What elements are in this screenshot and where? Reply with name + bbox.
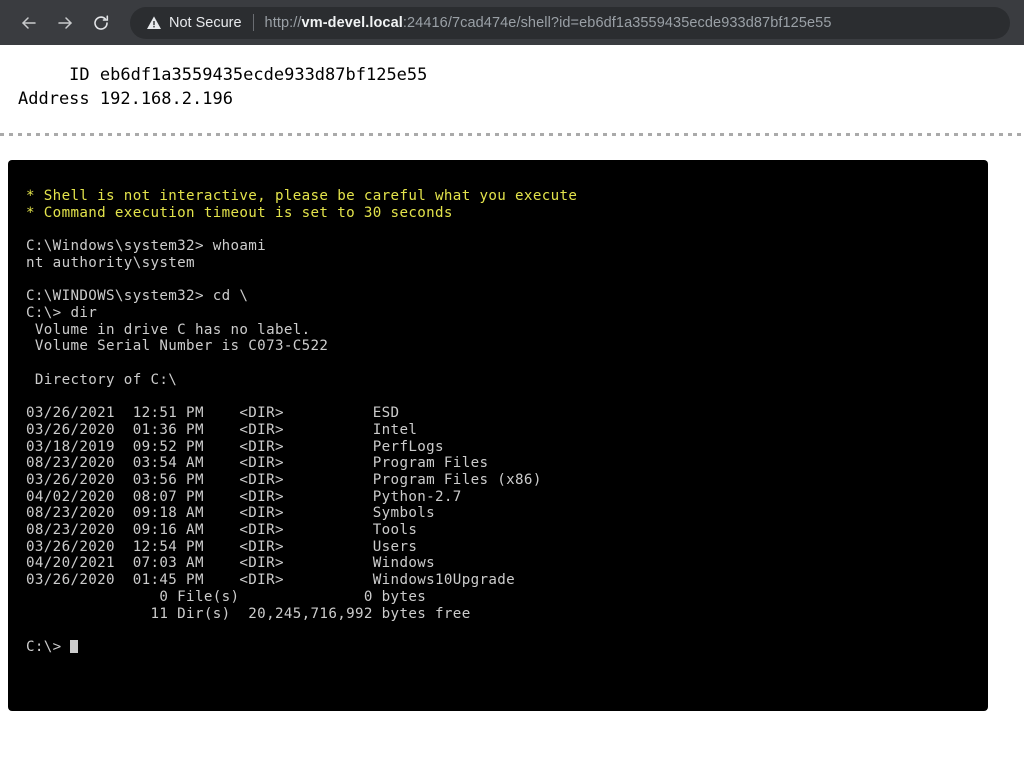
warning-triangle-icon [146,15,162,31]
meta-row-id: ID eb6df1a3559435ecde933d87bf125e55 [18,63,1024,87]
shell-line: 03/26/2021 12:51 PM <DIR> ESD [26,405,400,422]
shell-output[interactable]: * Shell is not interactive, please be ca… [8,160,988,711]
address-bar[interactable]: Not Secure http://vm-devel.local:24416/7… [130,6,1010,39]
shell-transcript: C:\Windows\system32> whoami nt authority\… [26,221,970,639]
shell-line: 08/23/2020 09:16 AM <DIR> Tools [26,522,418,539]
shell-warnings: * Shell is not interactive, please be ca… [26,188,970,221]
meta-label-id: ID [69,65,90,85]
shell-line: 0 File(s) 0 bytes [26,588,427,605]
reload-button[interactable] [86,8,116,38]
forward-button[interactable] [50,8,80,38]
shell-warning-line: * Shell is not interactive, please be ca… [26,188,578,204]
shell-prompt-line: C:\> [26,639,970,656]
omnibox-divider [252,14,254,31]
shell-warning-line: * Command execution timeout is set to 30… [26,204,453,221]
not-secure-label: Not Secure [169,14,242,31]
meta-label-address: Address [18,89,90,109]
shell-line: C:\WINDOWS\system32> cd \ [26,288,249,305]
shell-line: 08/23/2020 03:54 AM <DIR> Program Files [26,455,489,472]
shell-cursor [70,639,79,653]
shell-line: 03/26/2020 03:56 PM <DIR> Program Files … [26,471,542,488]
shell-line: 04/02/2020 08:07 PM <DIR> Python-2.7 [26,488,462,505]
back-button[interactable] [14,8,44,38]
shell-line: C:\Windows\system32> whoami [26,238,267,255]
shell-line: Volume in drive C has no label. [26,321,311,338]
reload-icon [91,13,111,33]
terminal-container: * Shell is not interactive, please be ca… [0,136,1024,711]
shell-line: 04/20/2021 07:03 AM <DIR> Windows [26,555,436,572]
shell-line: 03/26/2020 01:45 PM <DIR> Windows10Upgra… [26,572,516,589]
shell-prompt: C:\> [26,638,71,655]
url-host: vm-devel.local [301,14,403,31]
shell-line: Directory of C:\ [26,371,178,388]
meta-value-address: 192.168.2.196 [99,89,233,109]
shell-line: nt authority\system [26,254,195,271]
shell-line: 03/26/2020 01:36 PM <DIR> Intel [26,421,418,438]
arrow-left-icon [19,13,39,33]
shell-line: Volume Serial Number is C073-C522 [26,338,329,355]
arrow-right-icon [55,13,75,33]
browser-toolbar: Not Secure http://vm-devel.local:24416/7… [0,0,1024,45]
meta-row-address: Address 192.168.2.196 [18,87,1024,111]
shell-line: 03/18/2019 09:52 PM <DIR> PerfLogs [26,438,444,455]
shell-line: 08/23/2020 09:18 AM <DIR> Symbols [26,505,436,522]
shell-line: 11 Dir(s) 20,245,716,992 bytes free [26,605,471,622]
shell-line: 03/26/2020 12:54 PM <DIR> Users [26,538,418,555]
url-text: http://vm-devel.local:24416/7cad474e/she… [265,15,832,31]
url-path: :24416/7cad474e/shell?id=eb6df1a3559435e… [402,14,832,31]
meta-value-id: eb6df1a3559435ecde933d87bf125e55 [99,65,428,85]
url-scheme: http:// [264,14,302,31]
connection-meta: ID eb6df1a3559435ecde933d87bf125e55 Addr… [0,63,1024,111]
shell-line: C:\> dir [26,304,98,321]
page-content: ID eb6df1a3559435ecde933d87bf125e55 Addr… [0,45,1024,711]
